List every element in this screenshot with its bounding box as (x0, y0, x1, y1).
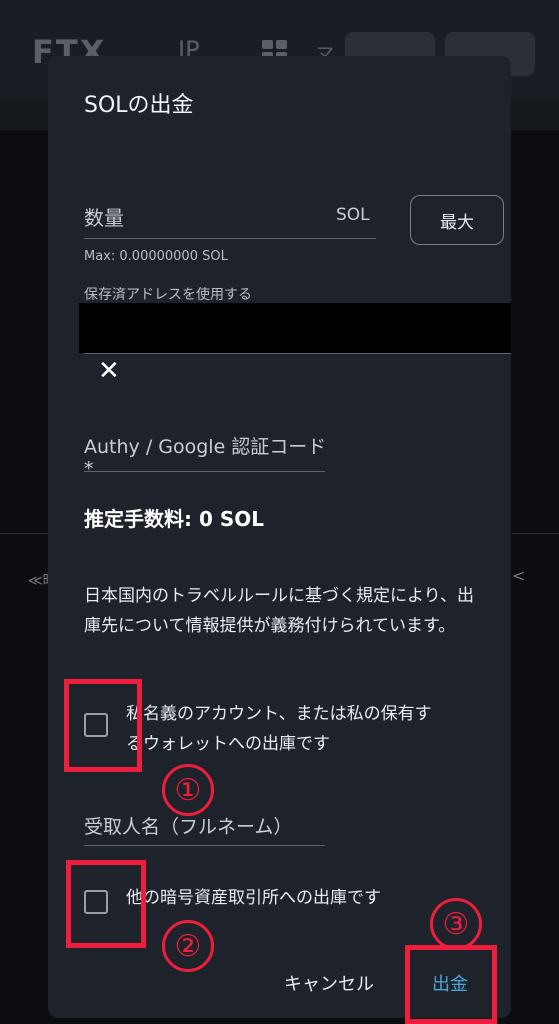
travel-rule-notice: 日本国内のトラベルルールに基づく規定により、出庫先について情報提供が義務付けられ… (84, 586, 474, 636)
annotation-number-1: ① (162, 764, 214, 816)
saved-address-underline (84, 353, 511, 354)
annotation-box-1 (64, 679, 142, 772)
background-divider (0, 533, 48, 534)
recipient-name-field[interactable]: 受取人名（フルネーム） (84, 816, 299, 838)
close-icon[interactable]: ✕ (98, 356, 120, 386)
auth-code-underline (84, 471, 325, 472)
auth-code-field[interactable]: Authy / Google 認証コード* (84, 436, 334, 480)
amount-unit: SOL (336, 205, 370, 225)
annotation-box-2 (66, 860, 146, 948)
annotation-number-3: ③ (430, 898, 482, 950)
background-divider (512, 533, 559, 534)
saved-address-label: 保存済アドレスを使用する (84, 287, 252, 303)
max-amount-info: Max: 0.00000000 SOL (84, 249, 228, 264)
saved-address-select-redacted[interactable] (79, 303, 511, 353)
own-wallet-label: 私名義のアカウント、または私の保有するウォレットへの出庫です (126, 704, 432, 754)
amount-field[interactable]: 数量 (84, 202, 124, 231)
exchange-label: 他の暗号資産取引所への出庫です (126, 888, 381, 908)
max-button[interactable]: 最大 (410, 195, 504, 245)
annotation-number-2: ② (162, 920, 214, 972)
recipient-name-underline (84, 845, 325, 846)
annotation-box-3 (405, 945, 497, 1024)
cancel-button[interactable]: キャンセル (284, 970, 374, 996)
amount-underline (84, 238, 376, 239)
background-right-text: < (512, 566, 526, 585)
estimated-fee: 推定手数料: 0 SOL (84, 507, 264, 531)
modal-title: SOLの出金 (84, 93, 194, 118)
